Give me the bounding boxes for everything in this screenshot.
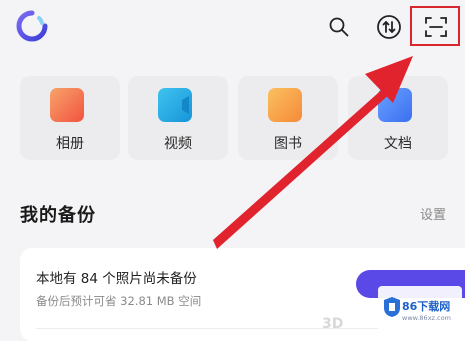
- watermark-brand: 86下载网: [402, 300, 451, 313]
- watermark-mark: 3D: [322, 316, 344, 332]
- watermark-url: www.86xz.com: [402, 314, 451, 322]
